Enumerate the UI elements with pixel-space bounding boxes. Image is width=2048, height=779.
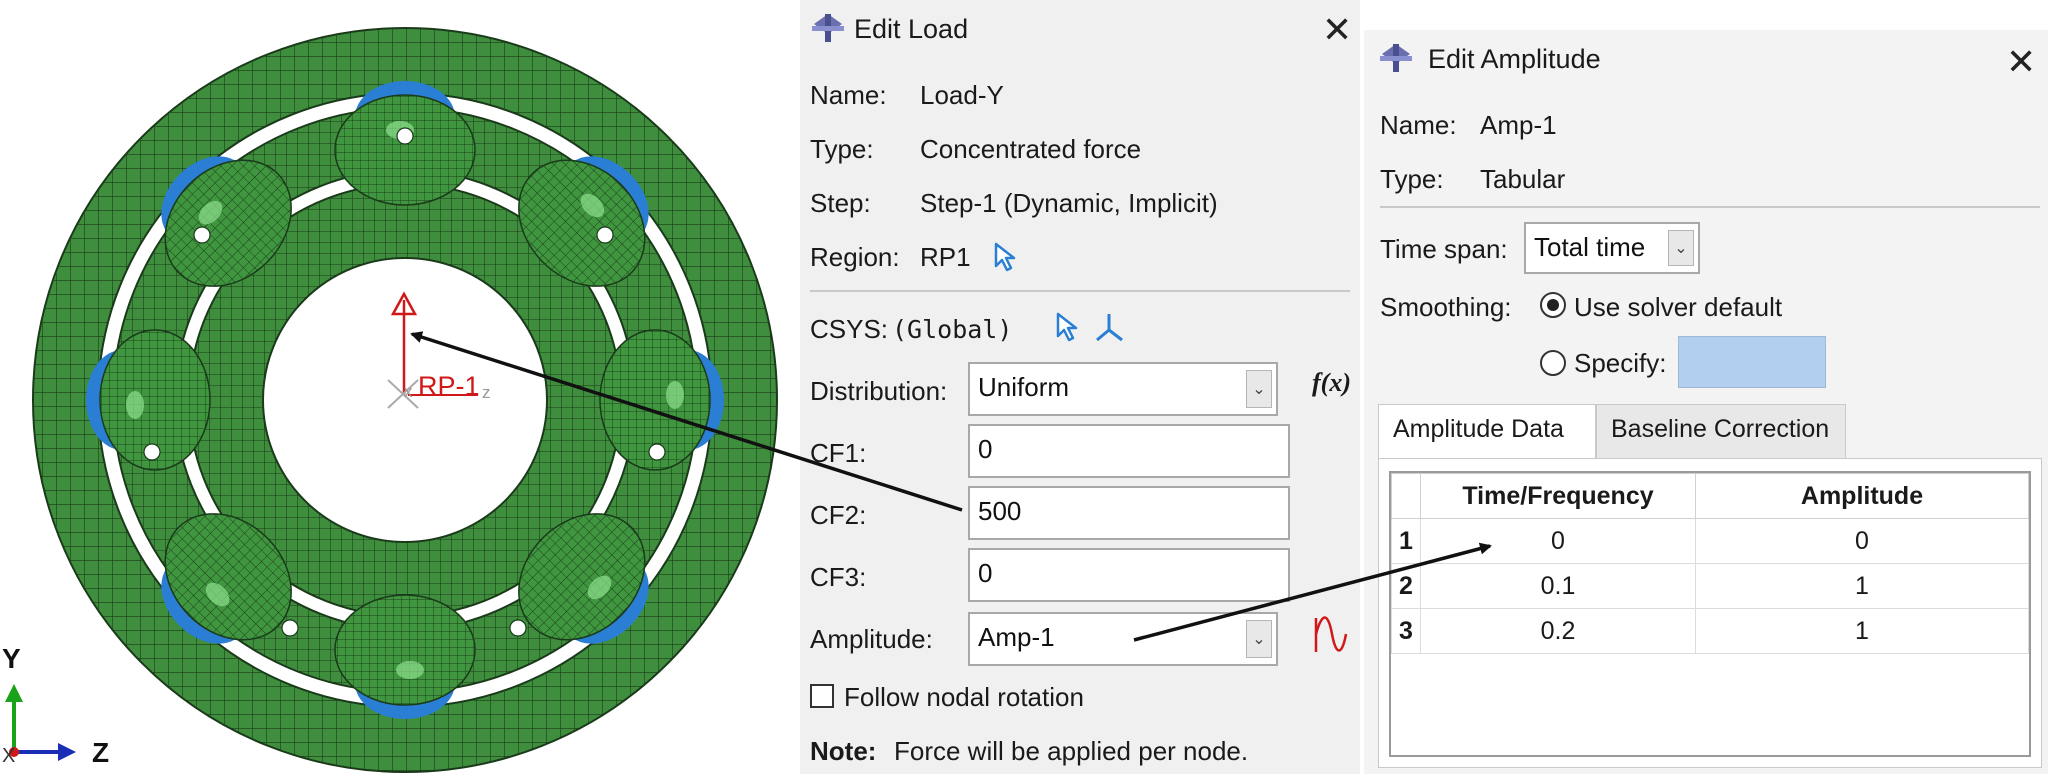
specify-input[interactable] (1678, 336, 1826, 388)
table-cell-time[interactable]: 0.1 (1420, 563, 1696, 609)
fx-button[interactable]: f(x) (1312, 368, 1351, 398)
rp-label: RP-1 (418, 371, 480, 401)
cf3-input[interactable]: 0 (968, 548, 1290, 602)
tab-panel: Time/Frequency Amplitude 1 0 0 2 0.1 1 3… (1378, 458, 2042, 768)
abaqus-dialog-icon (1380, 44, 1412, 72)
table-cell-amplitude[interactable]: 0 (1695, 518, 2029, 564)
table-header-row: Time/Frequency Amplitude (1391, 473, 2029, 519)
column-header-time[interactable]: Time/Frequency (1420, 473, 1696, 519)
model-viewport[interactable]: x RP-1 z Y Z X (0, 0, 800, 774)
table-cell-amplitude[interactable]: 1 (1695, 608, 2029, 654)
table-cell-amplitude[interactable]: 1 (1695, 563, 2029, 609)
close-icon[interactable]: ✕ (1322, 12, 1352, 48)
name-label: Name: (810, 80, 887, 110)
csys-value: (Global) (892, 315, 1013, 344)
table-row[interactable]: 3 0.2 1 (1391, 608, 2029, 654)
step-value: Step-1 (Dynamic, Implicit) (920, 188, 1218, 218)
table-cell-time[interactable]: 0 (1420, 518, 1696, 564)
distribution-select[interactable]: Uniform ⌄ (968, 362, 1278, 416)
select-region-arrow-icon[interactable] (992, 242, 1020, 272)
specify-radio[interactable] (1540, 350, 1566, 376)
select-csys-arrow-icon[interactable] (1054, 312, 1082, 342)
amplitude-data-table[interactable]: Time/Frequency Amplitude 1 0 0 2 0.1 1 3… (1389, 471, 2031, 757)
amplitude-label: Amplitude: (810, 624, 933, 654)
cf3-label: CF3: (810, 562, 867, 592)
load-type-value: Concentrated force (920, 134, 1142, 164)
separator (1380, 206, 2040, 208)
close-icon[interactable]: ✕ (2006, 44, 2036, 80)
amplitude-name-value: Amp-1 (1480, 110, 1557, 140)
column-header-amplitude[interactable]: Amplitude (1695, 473, 2029, 519)
step-label: Step: (810, 188, 871, 218)
axis-y-label: Y (2, 643, 21, 674)
row-number-header (1391, 473, 1421, 519)
cf1-label: CF1: (810, 438, 867, 468)
table-row[interactable]: 2 0.1 1 (1391, 563, 2029, 609)
dialog-title: Edit Load (854, 14, 969, 44)
cf1-input[interactable]: 0 (968, 424, 1290, 478)
csys-label: CSYS: (810, 314, 889, 344)
follow-nodal-rotation-label: Follow nodal rotation (844, 682, 1084, 712)
load-name-value: Load-Y (920, 80, 1004, 110)
triad-z-label: z (482, 383, 491, 402)
region-value: RP1 (920, 242, 971, 272)
name-label: Name: (1380, 110, 1457, 140)
axis-z-label: Z (92, 737, 109, 768)
bearing-mesh-model: x RP-1 z Y Z X (2, 27, 778, 773)
amplitude-type-value: Tabular (1480, 164, 1566, 194)
smoothing-label: Smoothing: (1380, 292, 1512, 322)
axis-x-label: X (2, 745, 15, 767)
edit-amplitude-dialog: Edit Amplitude ✕ Name: Amp-1 Type: Tabul… (1364, 30, 2048, 774)
create-amplitude-icon[interactable] (1310, 612, 1350, 656)
timespan-label: Time span: (1380, 234, 1508, 264)
separator (810, 290, 1350, 292)
timespan-select-value: Total time (1534, 232, 1646, 262)
cf2-input[interactable]: 500 (968, 486, 1290, 540)
type-label: Type: (810, 134, 874, 164)
row-number: 1 (1391, 518, 1421, 564)
specify-label: Specify: (1574, 348, 1667, 378)
use-solver-default-label: Use solver default (1574, 292, 1783, 322)
distribution-label: Distribution: (810, 376, 948, 406)
amplitude-select[interactable]: Amp-1 ⌄ (968, 612, 1278, 666)
note-text: Force will be applied per node. (894, 736, 1249, 766)
amplitude-select-value: Amp-1 (978, 622, 1055, 652)
follow-nodal-rotation-checkbox[interactable] (810, 684, 834, 708)
abaqus-dialog-icon (812, 14, 844, 42)
chevron-down-icon[interactable]: ⌄ (1668, 230, 1694, 266)
tab-baseline-correction[interactable]: Baseline Correction (1596, 404, 1846, 458)
chevron-down-icon[interactable]: ⌄ (1246, 620, 1272, 658)
row-number: 2 (1391, 563, 1421, 609)
table-row[interactable]: 1 0 0 (1391, 518, 2029, 564)
create-csys-icon[interactable] (1092, 310, 1126, 344)
table-cell-time[interactable]: 0.2 (1420, 608, 1696, 654)
edit-load-dialog: Edit Load ✕ Name: Load-Y Type: Concentra… (800, 0, 1360, 774)
dialog-title: Edit Amplitude (1428, 44, 1601, 74)
chevron-down-icon[interactable]: ⌄ (1246, 370, 1272, 408)
use-solver-default-radio[interactable] (1540, 292, 1566, 318)
row-number: 3 (1391, 608, 1421, 654)
distribution-select-value: Uniform (978, 372, 1070, 402)
cf2-label: CF2: (810, 500, 867, 530)
note-label: Note: (810, 736, 877, 766)
region-label: Region: (810, 242, 900, 272)
tab-amplitude-data[interactable]: Amplitude Data (1378, 404, 1596, 458)
global-axis-triad: Y Z X (2, 643, 109, 768)
type-label: Type: (1380, 164, 1444, 194)
timespan-select[interactable]: Total time ⌄ (1524, 222, 1700, 274)
triad-x-label: x (404, 382, 413, 401)
